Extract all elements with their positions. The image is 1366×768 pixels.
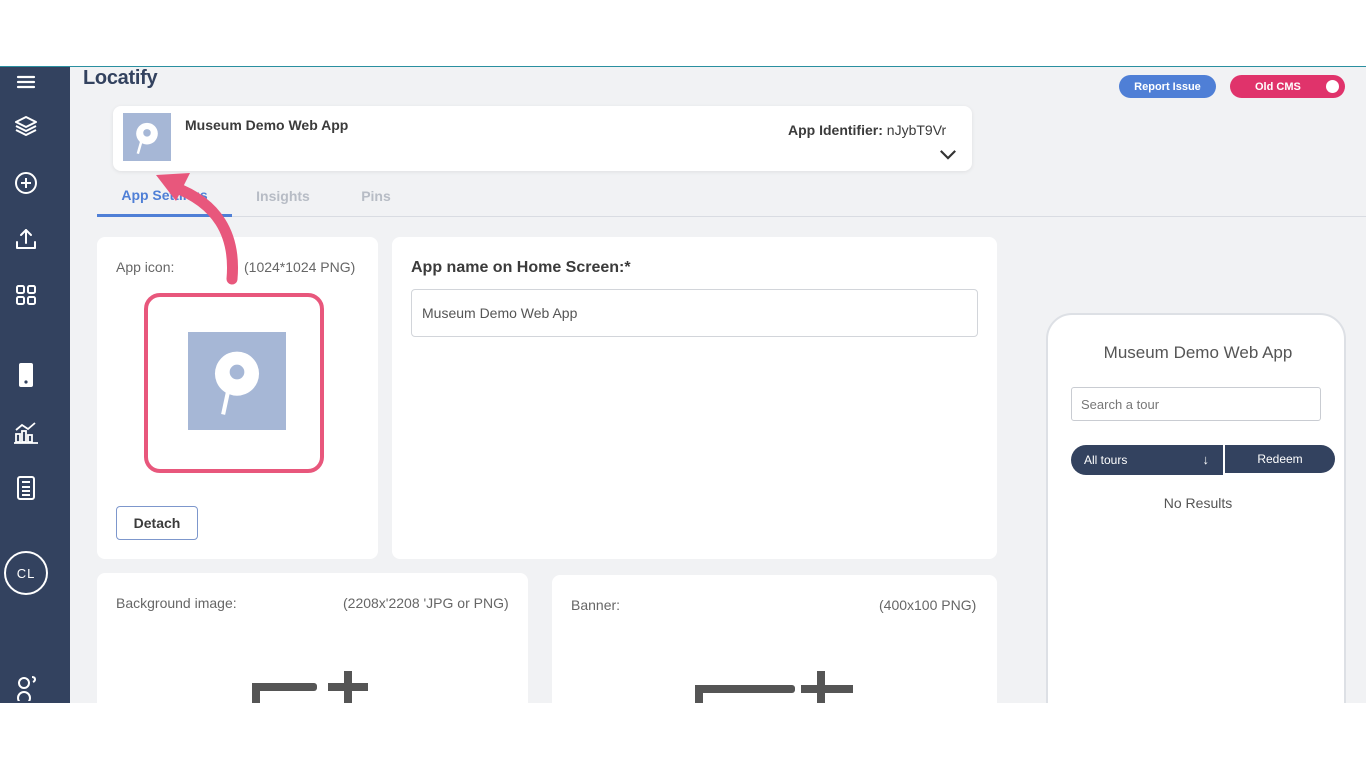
- old-cms-label: Old CMS: [1255, 80, 1301, 93]
- preview-title: Museum Demo Web App: [1103, 343, 1293, 362]
- no-results-text: No Results: [1163, 495, 1233, 511]
- upload-icon[interactable]: [11, 224, 41, 254]
- user-avatar[interactable]: CL: [4, 551, 48, 595]
- phone-icon[interactable]: [11, 360, 41, 390]
- app-name: Museum Demo Web App: [185, 117, 349, 133]
- callout-arrow-icon: [156, 173, 239, 285]
- analytics-icon[interactable]: [11, 417, 41, 447]
- tab-insights[interactable]: Insights: [242, 175, 324, 217]
- banner-spec: (400x100 PNG): [879, 597, 977, 613]
- add-circle-icon[interactable]: [11, 168, 41, 198]
- report-issue-button[interactable]: Report Issue: [1119, 75, 1216, 98]
- app-name-panel: App name on Home Screen:* Museum Demo We…: [392, 237, 997, 559]
- detach-button[interactable]: Detach: [116, 506, 198, 540]
- image-upload-icon[interactable]: [252, 671, 377, 703]
- chevron-down-icon[interactable]: [939, 148, 957, 166]
- pin-icon: [136, 122, 158, 155]
- redeem-button[interactable]: Redeem: [1225, 445, 1335, 473]
- help-user-icon[interactable]: [11, 672, 41, 702]
- menu-icon[interactable]: [11, 67, 41, 97]
- toggle-knob: [1326, 80, 1339, 93]
- preview-search-input[interactable]: Search a tour: [1071, 387, 1321, 421]
- background-image-label: Background image:: [116, 595, 237, 611]
- app-selector-card[interactable]: Museum Demo Web App App Identifier: nJyb…: [113, 106, 972, 171]
- background-image-panel: Background image: (2208x'2208 'JPG or PN…: [97, 573, 528, 703]
- tab-pins[interactable]: Pins: [349, 175, 403, 217]
- app-icon-spec: (1024*1024 PNG): [244, 259, 356, 275]
- app-name-title: App name on Home Screen:*: [411, 259, 631, 276]
- user-initials: CL: [16, 565, 36, 581]
- all-tours-label: All tours: [1084, 453, 1128, 467]
- apps-grid-icon[interactable]: [11, 280, 41, 310]
- phone-preview: Museum Demo Web App Search a tour All to…: [1046, 313, 1346, 703]
- calculator-icon[interactable]: [11, 473, 41, 503]
- app-identifier: App Identifier: nJybT9Vr: [788, 122, 946, 138]
- all-tours-dropdown[interactable]: All tours ↓: [1071, 445, 1223, 475]
- old-cms-toggle[interactable]: Old CMS: [1230, 75, 1345, 98]
- tab-bar: App Settings Insights Pins: [97, 175, 1366, 217]
- brand-logo: Locatify: [83, 67, 158, 89]
- pin-icon: [214, 351, 260, 415]
- app-identifier-label: App Identifier:: [788, 122, 883, 138]
- banner-panel: Banner: (400x100 PNG): [552, 575, 997, 703]
- sidebar: CL: [0, 67, 70, 703]
- app-window: CL Locatify Report Issue Old CMS Museum …: [0, 66, 1366, 703]
- app-name-input[interactable]: Museum Demo Web App: [411, 289, 978, 337]
- banner-label: Banner:: [571, 597, 621, 613]
- layers-icon[interactable]: [11, 111, 41, 141]
- image-upload-icon[interactable]: [695, 671, 865, 703]
- app-icon-image[interactable]: [188, 332, 286, 430]
- arrow-down-icon: ↓: [1202, 452, 1210, 467]
- app-identifier-value: nJybT9Vr: [886, 122, 947, 138]
- background-image-spec: (2208x'2208 'JPG or PNG): [343, 595, 509, 611]
- app-thumbnail: [123, 113, 171, 161]
